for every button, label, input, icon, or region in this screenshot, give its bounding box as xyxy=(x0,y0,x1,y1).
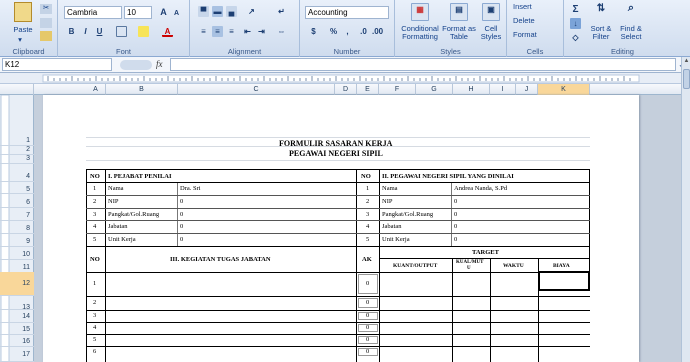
pns-dinilai-header: II. PEGAWAI NEGERI SIPIL YANG DINILAI xyxy=(382,173,514,180)
pejabat-penilai-header: I. PEJABAT PENILAI xyxy=(108,173,172,180)
left-row-number: 5 xyxy=(93,236,97,243)
right-row-label: Unit Kerja xyxy=(382,236,410,243)
left-row-label: Unit Kerja xyxy=(108,236,136,243)
left-row-value[interactable]: 0 xyxy=(180,198,183,205)
right-row-value[interactable]: Andrea Nanda, S.Pd xyxy=(454,185,507,192)
activity-number: 6 xyxy=(93,348,97,355)
left-row-value[interactable]: Dra. Sri xyxy=(180,185,201,192)
table-border xyxy=(177,182,178,246)
table-border xyxy=(86,272,590,273)
left-row-label: Jabatan xyxy=(108,223,128,230)
right-row-value[interactable]: 0 xyxy=(454,236,457,243)
left-row-label: Nama xyxy=(108,185,124,192)
right-row-number: 1 xyxy=(366,185,370,192)
form-title: FORMULIR SASARAN KERJA xyxy=(279,139,393,148)
left-row-number: 3 xyxy=(93,211,97,218)
vertical-scrollbar[interactable]: ▲ xyxy=(681,57,690,362)
left-row-number: 4 xyxy=(93,223,97,230)
row-divider xyxy=(356,208,590,209)
scroll-up-icon[interactable]: ▲ xyxy=(683,58,690,66)
table-border xyxy=(451,182,452,246)
ak-cell-box xyxy=(358,324,378,332)
row-divider xyxy=(86,233,357,234)
form-subtitle: PEGAWAI NEGERI SIPIL xyxy=(289,149,383,158)
gridline xyxy=(86,160,590,161)
right-row-label: Nama xyxy=(382,185,398,192)
row-divider xyxy=(86,334,590,335)
activity-number: 3 xyxy=(93,312,97,319)
selected-cell-k12[interactable] xyxy=(538,271,590,291)
row-divider xyxy=(86,195,357,196)
left-row-number: 1 xyxy=(93,185,97,192)
no-header-activity: NO xyxy=(90,256,100,263)
row-divider xyxy=(86,322,590,323)
kual-mutu-header: KUAL/MUT xyxy=(456,260,484,265)
ak-cell-box xyxy=(358,312,378,320)
right-row-value[interactable]: 0 xyxy=(454,198,457,205)
ak-cell-box xyxy=(358,336,378,344)
waktu-header: WAKTU xyxy=(503,263,524,269)
right-row-label: Jabatan xyxy=(382,223,402,230)
right-row-number: 3 xyxy=(366,211,370,218)
ak-cell-box xyxy=(358,274,378,294)
activity-number: 5 xyxy=(93,336,97,343)
right-row-number: 5 xyxy=(366,236,370,243)
right-row-label: NIP xyxy=(382,198,393,205)
left-row-number: 2 xyxy=(93,198,97,205)
left-row-value[interactable]: 0 xyxy=(180,223,183,230)
ak-cell-box xyxy=(358,348,378,356)
row-divider xyxy=(86,310,590,311)
left-row-label: Pangkat/Gol.Ruang xyxy=(108,211,160,218)
table-border xyxy=(86,169,590,170)
no-header-left: NO xyxy=(90,173,100,180)
scroll-thumb[interactable] xyxy=(683,69,690,89)
activity-number: 2 xyxy=(93,299,97,306)
row-divider xyxy=(86,296,590,297)
kual-mutu-header-2: U xyxy=(467,266,471,271)
right-row-label: Pangkat/Gol.Ruang xyxy=(382,211,434,218)
kuant-output-header: KUANT/OUTPUT xyxy=(393,263,438,269)
right-row-value[interactable]: 0 xyxy=(454,211,457,218)
gridline xyxy=(86,137,590,138)
row-divider xyxy=(86,220,357,221)
activity-number: 1 xyxy=(93,280,97,287)
right-row-number: 2 xyxy=(366,198,370,205)
left-row-label: NIP xyxy=(108,198,119,205)
right-row-number: 4 xyxy=(366,223,370,230)
ak-cell-box xyxy=(358,298,378,308)
row-divider xyxy=(356,233,590,234)
left-row-value[interactable]: 0 xyxy=(180,211,183,218)
no-header-right: NO xyxy=(361,173,371,180)
ak-header: AK xyxy=(362,256,372,263)
left-row-value[interactable]: 0 xyxy=(180,236,183,243)
target-header: TARGET xyxy=(472,249,499,256)
table-border xyxy=(379,258,590,259)
row-divider xyxy=(86,208,357,209)
activity-number: 4 xyxy=(93,324,97,331)
biaya-header: BIAYA xyxy=(553,263,570,269)
kegiatan-header: III. KEGIATAN TUGAS JABATAN xyxy=(170,256,271,263)
row-divider xyxy=(356,195,590,196)
form-sheet: FORMULIR SASARAN KERJA PEGAWAI NEGERI SI… xyxy=(0,0,690,362)
row-divider xyxy=(356,220,590,221)
row-divider xyxy=(86,346,590,347)
right-row-value[interactable]: 0 xyxy=(454,223,457,230)
table-border xyxy=(86,182,590,183)
table-border xyxy=(86,246,590,247)
